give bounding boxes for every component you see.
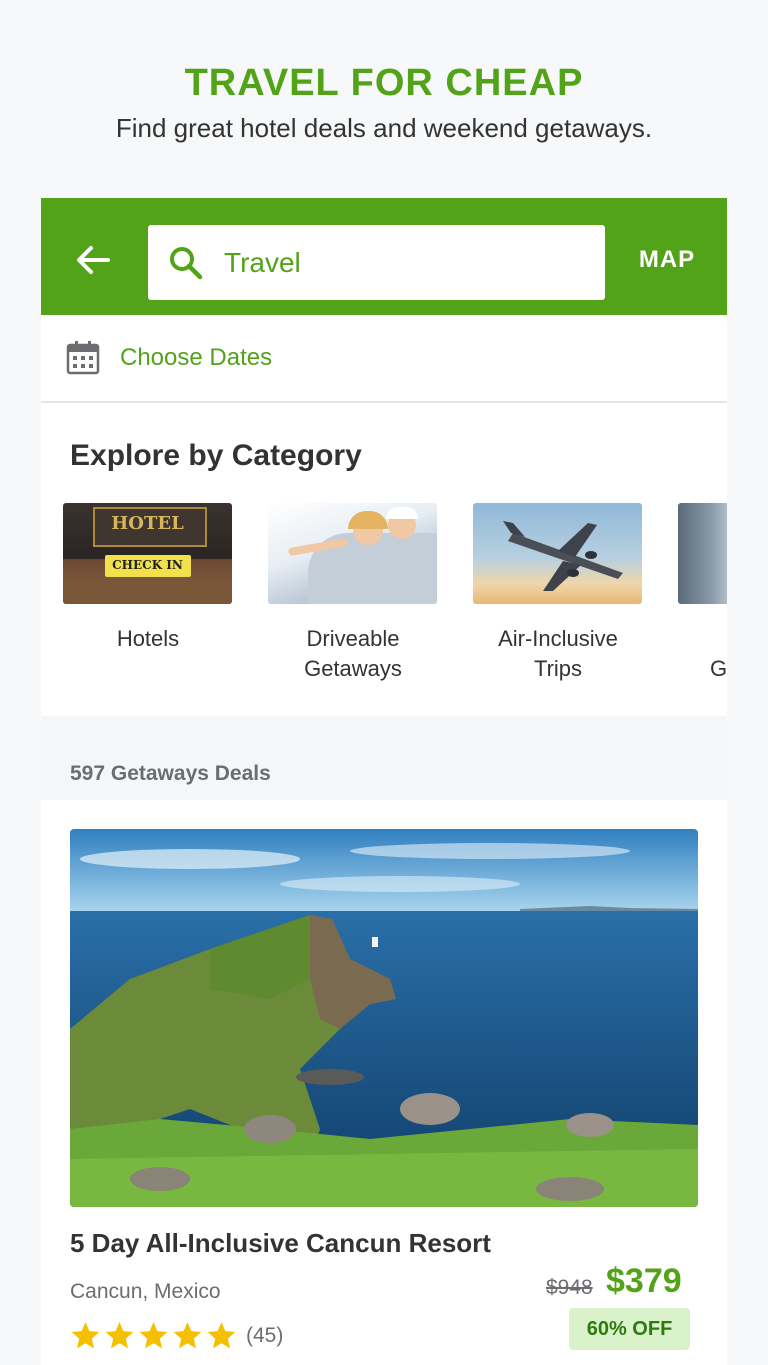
category-label: Hotels xyxy=(116,626,180,651)
category-label: Air-Inclusive Trips xyxy=(498,626,618,681)
star-icon xyxy=(207,1321,236,1349)
category-driveable-getaways[interactable]: Driveable Getaways xyxy=(268,503,438,684)
coastal-landscape-image xyxy=(70,829,698,1207)
discount-badge: 60% OFF xyxy=(569,1308,690,1350)
category-label: G xyxy=(710,656,727,681)
driveable-thumbnail xyxy=(268,503,437,604)
star-icon xyxy=(71,1321,100,1349)
choose-dates-row[interactable]: Choose Dates xyxy=(41,315,727,403)
sale-price: $379 xyxy=(606,1262,682,1300)
choose-dates-label: Choose Dates xyxy=(120,344,273,371)
back-button[interactable] xyxy=(71,238,115,282)
top-bar: MAP xyxy=(41,198,727,315)
deal-title[interactable]: 5 Day All-Inclusive Cancun Resort xyxy=(70,1228,491,1259)
original-price: $948 xyxy=(546,1276,593,1299)
airplane-icon xyxy=(503,521,623,591)
check-in-sign-text: CHECK IN xyxy=(112,558,183,572)
search-input[interactable] xyxy=(224,241,584,285)
search-box[interactable] xyxy=(148,225,605,300)
category-title: Explore by Category xyxy=(70,439,362,472)
category-hotels[interactable]: HOTEL CHECK IN Hotels xyxy=(63,503,233,654)
deal-card[interactable]: 5 Day All-Inclusive Cancun Resort Cancun… xyxy=(41,800,727,1365)
partial-thumbnail xyxy=(678,503,727,604)
star-icon xyxy=(173,1321,202,1349)
deal-image[interactable] xyxy=(70,829,698,1207)
search-icon xyxy=(170,247,203,280)
promo-title: TRAVEL FOR CHEAP xyxy=(184,62,584,104)
category-partial[interactable]: G xyxy=(678,503,727,684)
arrow-left-icon xyxy=(77,246,110,274)
deal-location: Cancun, Mexico xyxy=(70,1280,221,1303)
rating-stars xyxy=(70,1320,237,1351)
deals-count-band: 597 Getaways Deals xyxy=(41,716,727,800)
category-section: Explore by Category HOTEL CHECK IN Hotel… xyxy=(41,403,727,715)
calendar-icon xyxy=(66,341,100,375)
review-count: (45) xyxy=(246,1324,284,1347)
hotels-thumbnail: HOTEL CHECK IN xyxy=(63,503,232,604)
app-screen: MAP Choose Dates Explore by Category HOT… xyxy=(41,198,727,1365)
air-inclusive-thumbnail xyxy=(473,503,642,604)
star-icon xyxy=(105,1321,134,1349)
deals-count: 597 Getaways Deals xyxy=(70,762,271,785)
category-label: Driveable Getaways xyxy=(304,626,402,681)
category-air-inclusive-trips[interactable]: Air-Inclusive Trips xyxy=(473,503,643,684)
star-icon xyxy=(139,1321,168,1349)
promo-subtitle: Find great hotel deals and weekend getaw… xyxy=(115,113,653,143)
hotel-sign-text: HOTEL xyxy=(111,513,184,534)
map-button[interactable]: MAP xyxy=(631,246,703,274)
